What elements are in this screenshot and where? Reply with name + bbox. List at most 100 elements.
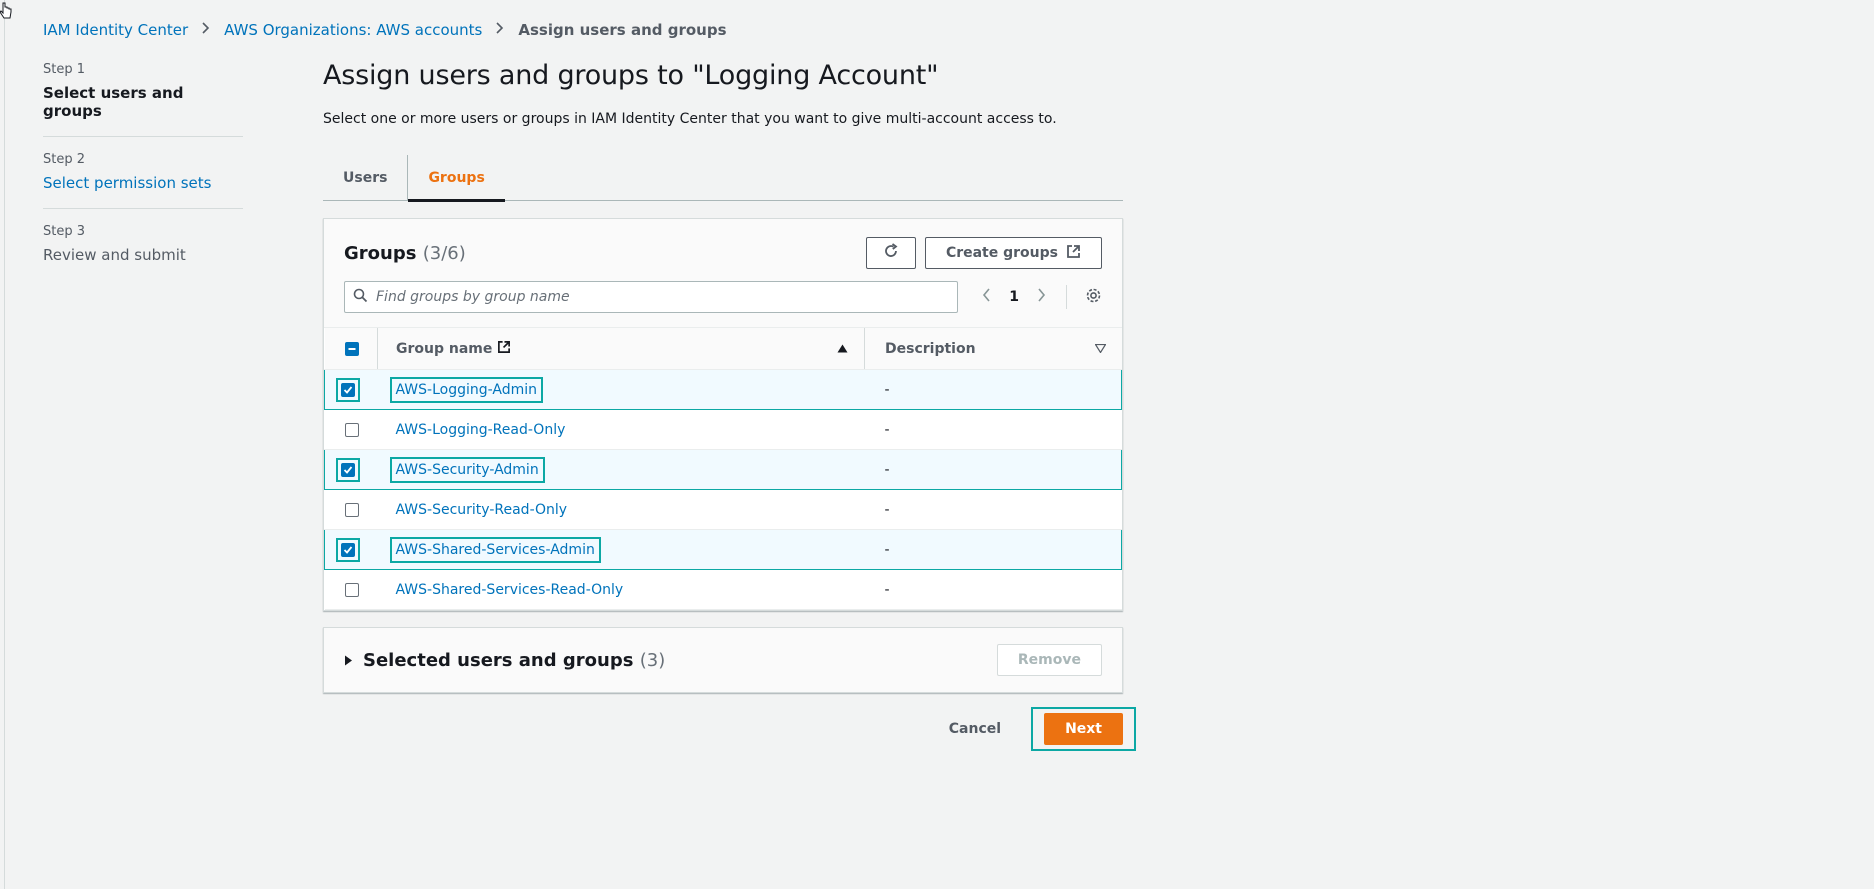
step-title-select-users-groups: Select users and groups <box>43 84 184 120</box>
step-label: Step 2 <box>43 152 86 167</box>
row-checkbox[interactable] <box>344 502 359 517</box>
breadcrumb-link-aws-accounts[interactable]: AWS Organizations: AWS accounts <box>224 21 482 39</box>
table-row[interactable]: AWS-Logging-Admin - <box>324 369 1122 410</box>
step-2: Step 2 Select permission sets <box>43 152 243 209</box>
row-checkbox-cell <box>324 529 378 570</box>
row-checkbox-cell <box>324 449 378 490</box>
main-content: Assign users and groups to "Logging Acco… <box>323 60 1136 751</box>
group-link[interactable]: AWS-Security-Read-Only <box>396 502 568 518</box>
tab-users[interactable]: Users <box>323 155 407 200</box>
groups-table-header: Groups (3/6) Create groups Find groups b… <box>324 219 1122 328</box>
header-select-all-cell <box>324 328 378 370</box>
sort-ascending-icon[interactable] <box>837 341 848 357</box>
search-field <box>344 281 959 313</box>
select-all-checkbox[interactable] <box>344 341 359 356</box>
breadcrumb: IAM Identity Center AWS Organizations: A… <box>43 21 727 39</box>
wizard-steps: Step 1 Select users and groups Step 2 Se… <box>43 62 243 295</box>
selected-section-title-text: Selected users and groups <box>363 649 634 671</box>
tab-groups[interactable]: Groups <box>407 155 506 202</box>
table-row[interactable]: AWS-Logging-Read-Only - <box>324 409 1122 450</box>
next-page-icon[interactable] <box>1037 288 1046 306</box>
wizard-footer: Cancel Next <box>323 707 1136 751</box>
selected-users-groups-section: Selected users and groups (3) Remove <box>323 627 1123 693</box>
group-name-header-label: Group name <box>396 340 493 357</box>
row-checkbox-cell <box>324 369 378 410</box>
group-name-cell: AWS-Security-Admin <box>377 449 865 490</box>
left-rail <box>0 0 5 889</box>
description-cell: - <box>864 489 1122 530</box>
page-description: Select one or more users or groups in IA… <box>323 111 1057 127</box>
highlight-box: AWS-Shared-Services-Admin <box>389 536 601 563</box>
pager-divider <box>1066 285 1067 309</box>
group-name-cell: AWS-Logging-Admin <box>377 369 865 410</box>
step-link-select-permission-sets[interactable]: Select permission sets <box>43 174 243 192</box>
groups-table: Group name Description AWS-Logging-Admin… <box>324 328 1122 610</box>
search-icon <box>353 288 368 307</box>
group-link[interactable]: AWS-Shared-Services-Read-Only <box>396 582 624 598</box>
group-name-cell: AWS-Logging-Read-Only <box>377 409 865 450</box>
current-page-number[interactable]: 1 <box>1009 289 1019 305</box>
page-title: Assign users and groups to "Logging Acco… <box>323 60 939 91</box>
external-link-icon <box>1066 244 1081 263</box>
group-link[interactable]: AWS-Security-Admin <box>396 462 539 478</box>
column-header-description[interactable]: Description <box>864 328 1122 370</box>
highlight-box: AWS-Security-Admin <box>389 456 545 483</box>
mouse-cursor-icon <box>0 2 12 25</box>
group-link[interactable]: AWS-Logging-Admin <box>396 382 538 398</box>
description-cell: - <box>864 569 1122 610</box>
row-checkbox[interactable] <box>344 422 359 437</box>
pagination: 1 <box>982 285 1102 309</box>
group-link[interactable]: AWS-Shared-Services-Admin <box>396 542 595 558</box>
cancel-button[interactable]: Cancel <box>935 721 1015 737</box>
row-checkbox-cell <box>324 489 378 530</box>
description-cell: - <box>864 449 1122 490</box>
refresh-button[interactable] <box>865 237 916 269</box>
row-checkbox[interactable] <box>341 382 355 397</box>
description-cell: - <box>864 529 1122 570</box>
groups-table-title: Groups (3/6) <box>344 243 466 264</box>
row-checkbox-wrap <box>336 537 360 562</box>
table-row[interactable]: AWS-Security-Read-Only - <box>324 489 1122 530</box>
step-label: Step 1 <box>43 62 86 77</box>
caret-right-icon <box>344 651 353 670</box>
description-cell: - <box>864 369 1122 410</box>
row-checkbox-wrap <box>336 377 360 402</box>
tab-list: Users Groups <box>323 155 1123 202</box>
group-name-cell: AWS-Shared-Services-Admin <box>377 529 865 570</box>
selected-section-toggle[interactable]: Selected users and groups (3) <box>344 650 665 671</box>
breadcrumb-link-iam-identity-center[interactable]: IAM Identity Center <box>43 21 188 39</box>
column-header-group-name[interactable]: Group name <box>377 328 865 370</box>
groups-count: (3/6) <box>422 242 466 264</box>
row-checkbox-cell <box>324 409 378 450</box>
groups-title-text: Groups <box>344 242 417 264</box>
external-link-icon <box>497 340 511 358</box>
table-row[interactable]: AWS-Security-Admin - <box>324 449 1122 490</box>
sort-descending-icon[interactable] <box>1093 341 1107 357</box>
next-button-highlight: Next <box>1031 707 1136 751</box>
group-name-cell: AWS-Shared-Services-Read-Only <box>377 569 865 610</box>
row-checkbox[interactable] <box>341 462 355 477</box>
table-header-row: Group name Description <box>324 328 1122 370</box>
search-input[interactable] <box>376 289 950 305</box>
highlight-box: AWS-Logging-Admin <box>389 376 543 403</box>
next-button[interactable]: Next <box>1044 713 1123 745</box>
step-1: Step 1 Select users and groups <box>43 62 243 137</box>
table-row[interactable]: AWS-Shared-Services-Read-Only - <box>324 569 1122 610</box>
settings-gear-icon[interactable] <box>1085 287 1102 308</box>
prev-page-icon[interactable] <box>982 288 991 306</box>
description-header-label: Description <box>885 340 976 357</box>
row-checkbox-wrap <box>336 457 360 482</box>
groups-table-container: Groups (3/6) Create groups Find groups b… <box>323 218 1123 611</box>
group-link[interactable]: AWS-Logging-Read-Only <box>396 422 566 438</box>
remove-button[interactable]: Remove <box>996 644 1102 676</box>
create-groups-label: Create groups <box>945 245 1058 261</box>
selected-count: (3) <box>639 649 666 671</box>
create-groups-button[interactable]: Create groups <box>924 237 1102 269</box>
refresh-icon <box>883 243 899 263</box>
description-cell: - <box>864 409 1122 450</box>
table-row[interactable]: AWS-Shared-Services-Admin - <box>324 529 1122 570</box>
row-checkbox[interactable] <box>344 582 359 597</box>
step-3: Step 3 Review and submit <box>43 224 243 280</box>
row-checkbox[interactable] <box>341 542 355 557</box>
breadcrumb-current: Assign users and groups <box>518 21 727 39</box>
